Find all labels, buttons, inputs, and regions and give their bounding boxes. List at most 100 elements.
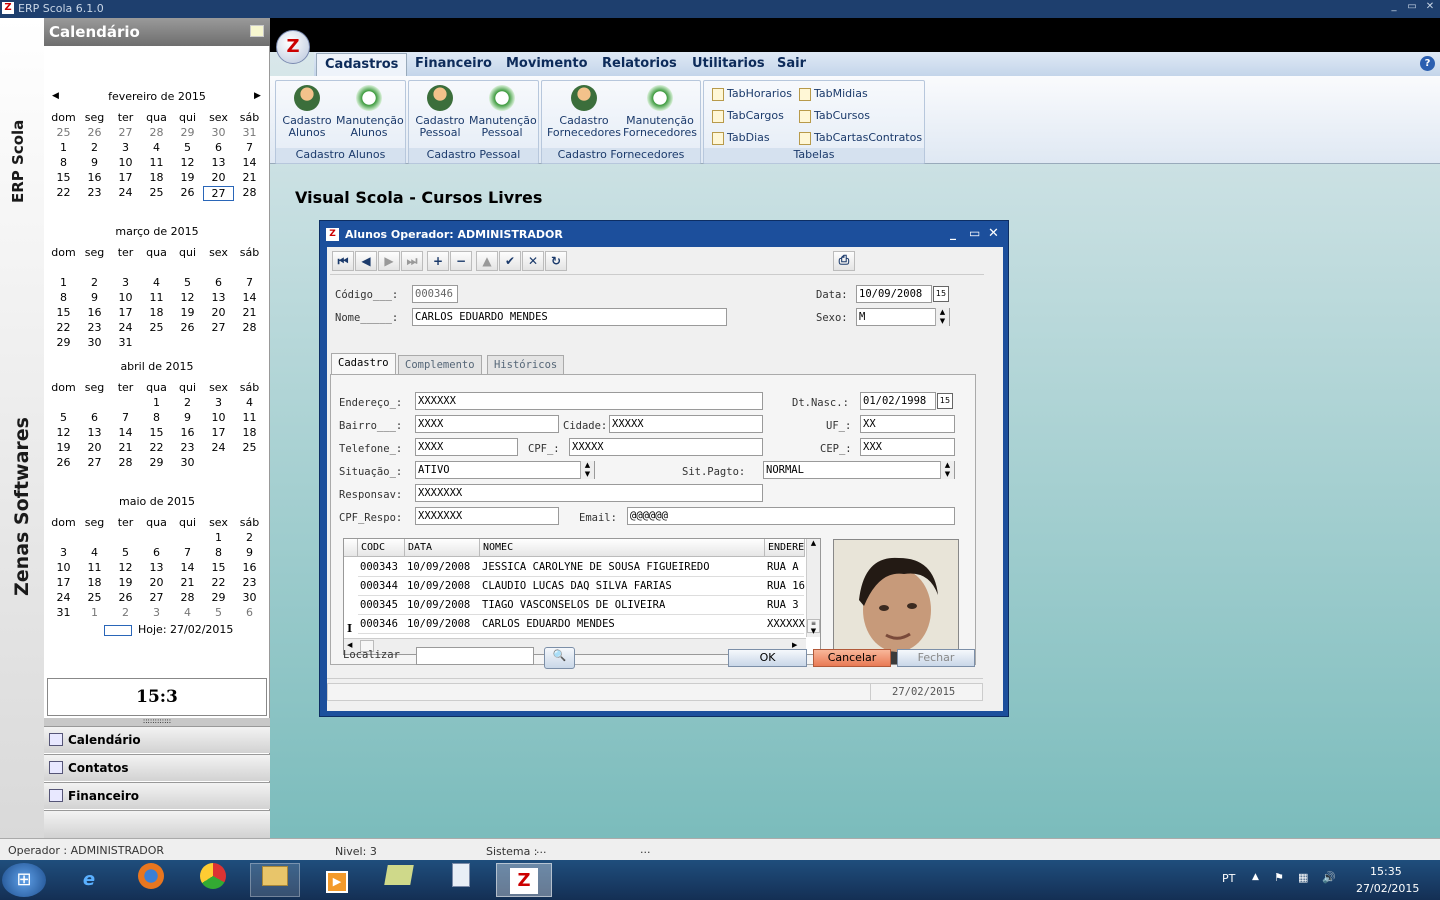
calendar-day[interactable]: 17 bbox=[48, 576, 79, 589]
tray-date[interactable]: 27/02/2015 bbox=[1356, 882, 1419, 895]
taskbar-notes[interactable] bbox=[374, 863, 424, 897]
edit-record-icon[interactable]: ▲ bbox=[476, 251, 498, 271]
dtnasc-input[interactable]: 01/02/1998 bbox=[860, 392, 936, 410]
table-row[interactable]: 000343 10/09/2008 JESSICA CAROLYNE DE SOUS… bbox=[358, 558, 804, 577]
manutencao-alunos-button[interactable]: Manutenção Alunos bbox=[336, 83, 404, 139]
search-button[interactable]: 🔍 bbox=[544, 647, 575, 669]
calendar-day[interactable]: 27 bbox=[203, 186, 234, 201]
tray-volume-icon[interactable]: 🔊 bbox=[1322, 871, 1336, 884]
calendar-day[interactable]: 30 bbox=[79, 336, 110, 349]
nav-financeiro[interactable]: Financeiro bbox=[44, 782, 270, 809]
cadastro-pessoal-button[interactable]: Cadastro Pessoal bbox=[413, 83, 467, 139]
calendar-day[interactable]: 8 bbox=[141, 411, 172, 424]
calendar-day[interactable]: 29 bbox=[48, 336, 79, 349]
calendar-day[interactable]: 20 bbox=[203, 171, 234, 184]
calendar-day[interactable]: 10 bbox=[203, 411, 234, 424]
table-row[interactable]: 000345 10/09/2008 TIAGO VASCONSELOS DE OLI… bbox=[358, 596, 804, 615]
calendar-day[interactable]: 6 bbox=[79, 411, 110, 424]
calendar-day[interactable]: 15 bbox=[48, 171, 79, 184]
calendar-day[interactable]: 23 bbox=[79, 321, 110, 334]
telefone-input[interactable]: XXXX bbox=[415, 438, 518, 456]
today-indicator[interactable]: Hoje: 27/02/2015 bbox=[104, 623, 233, 636]
tabmidias-button[interactable]: TabMidias bbox=[799, 87, 868, 101]
start-button[interactable]: ⊞ bbox=[2, 863, 46, 897]
tabcursos-button[interactable]: TabCursos bbox=[799, 109, 870, 123]
calendar-day[interactable]: 5 bbox=[172, 141, 203, 154]
taskbar-calculator[interactable] bbox=[436, 863, 486, 897]
calendar-day[interactable]: 23 bbox=[234, 576, 265, 589]
calendar-day[interactable]: 24 bbox=[203, 441, 234, 454]
calendar-day[interactable]: 13 bbox=[203, 291, 234, 304]
post-record-icon[interactable]: ✔ bbox=[499, 251, 521, 271]
ok-button[interactable]: OK bbox=[728, 649, 807, 667]
tabcartascontratos-button[interactable]: TabCartasContratos bbox=[799, 131, 922, 145]
calendar-day[interactable]: 23 bbox=[172, 441, 203, 454]
calendar-day[interactable]: 4 bbox=[234, 396, 265, 409]
calendar-day[interactable]: 24 bbox=[110, 321, 141, 334]
calendar-day[interactable]: 17 bbox=[203, 426, 234, 439]
calendar-day[interactable]: 14 bbox=[234, 291, 265, 304]
calendar-day[interactable]: 1 bbox=[203, 531, 234, 544]
calendar-day[interactable]: 4 bbox=[141, 276, 172, 289]
calendar-day[interactable]: 26 bbox=[110, 591, 141, 604]
responsav-input[interactable]: XXXXXXX bbox=[415, 484, 763, 502]
calendar-day[interactable]: 16 bbox=[79, 171, 110, 184]
calendar-day[interactable]: 24 bbox=[48, 591, 79, 604]
calendar-day[interactable]: 22 bbox=[203, 576, 234, 589]
calendar-day[interactable]: 23 bbox=[79, 186, 110, 199]
menu-financeiro[interactable]: Financeiro bbox=[415, 56, 492, 71]
cancel-record-icon[interactable]: ✕ bbox=[522, 251, 544, 271]
calendar-day[interactable]: 13 bbox=[203, 156, 234, 169]
scroll-up-icon[interactable]: ▲ bbox=[807, 539, 820, 547]
calendar-day[interactable]: 8 bbox=[48, 291, 79, 304]
next-month-icon[interactable]: ▶ bbox=[254, 91, 261, 101]
app-logo-orb[interactable]: Z bbox=[276, 30, 310, 64]
calendar-day[interactable]: 1 bbox=[79, 606, 110, 619]
tray-action-center-icon[interactable]: ⚑ bbox=[1274, 871, 1284, 884]
calendar-day[interactable]: 12 bbox=[110, 561, 141, 574]
nome-input[interactable]: CARLOS EDUARDO MENDES bbox=[412, 308, 727, 326]
calendar-day[interactable]: 9 bbox=[79, 156, 110, 169]
last-record-icon[interactable]: ⏭ bbox=[401, 251, 423, 271]
calendar-day[interactable]: 3 bbox=[48, 546, 79, 559]
calendar-day[interactable]: 7 bbox=[234, 276, 265, 289]
calendar-day[interactable]: 4 bbox=[172, 606, 203, 619]
maximize-icon[interactable]: ▭ bbox=[1404, 1, 1420, 15]
calendar-day[interactable]: 24 bbox=[110, 186, 141, 199]
calendar-day[interactable]: 10 bbox=[110, 156, 141, 169]
calendar-day[interactable]: 31 bbox=[48, 606, 79, 619]
calendar-day[interactable]: 26 bbox=[79, 126, 110, 139]
calendar-day[interactable]: 19 bbox=[172, 171, 203, 184]
calendar-day[interactable]: 14 bbox=[234, 156, 265, 169]
calendar-day[interactable]: 7 bbox=[172, 546, 203, 559]
calendar-day[interactable]: 15 bbox=[203, 561, 234, 574]
sitpagto-select[interactable]: NORMAL bbox=[763, 461, 955, 479]
calendar-day[interactable]: 12 bbox=[48, 426, 79, 439]
calendar-day[interactable]: 18 bbox=[234, 426, 265, 439]
dtnasc-calendar-icon[interactable]: 15 bbox=[937, 393, 953, 409]
tabcargos-button[interactable]: TabCargos bbox=[712, 109, 784, 123]
taskbar-chrome[interactable] bbox=[188, 863, 238, 897]
prev-record-icon[interactable]: ◀ bbox=[355, 251, 377, 271]
calendar-day[interactable]: 30 bbox=[203, 126, 234, 139]
sitpagto-dropdown-icon[interactable]: ▲ ▼ bbox=[940, 461, 954, 479]
situacao-dropdown-icon[interactable]: ▲ ▼ bbox=[580, 461, 594, 479]
calendar-day[interactable]: 21 bbox=[172, 576, 203, 589]
calendar-day[interactable]: 28 bbox=[110, 456, 141, 469]
tab-complemento[interactable]: Complemento bbox=[398, 355, 482, 375]
calendar-day[interactable]: 2 bbox=[172, 396, 203, 409]
cep-input[interactable]: XXX bbox=[860, 438, 955, 456]
calendar-day[interactable]: 25 bbox=[234, 441, 265, 454]
calendar-day[interactable]: 14 bbox=[172, 561, 203, 574]
calendar-day[interactable]: 30 bbox=[234, 591, 265, 604]
close-icon[interactable]: ✕ bbox=[1422, 1, 1438, 15]
calendar-day[interactable]: 2 bbox=[110, 606, 141, 619]
calendar-day[interactable]: 25 bbox=[141, 186, 172, 199]
calendar-day[interactable]: 10 bbox=[110, 291, 141, 304]
manutencao-pessoal-button[interactable]: Manutenção Pessoal bbox=[469, 83, 537, 139]
calendar-day[interactable]: 6 bbox=[234, 606, 265, 619]
calendar-day[interactable]: 17 bbox=[110, 306, 141, 319]
refresh-icon[interactable]: ↻ bbox=[545, 251, 567, 271]
calendar-day[interactable]: 18 bbox=[141, 306, 172, 319]
localizar-input[interactable] bbox=[416, 647, 534, 665]
